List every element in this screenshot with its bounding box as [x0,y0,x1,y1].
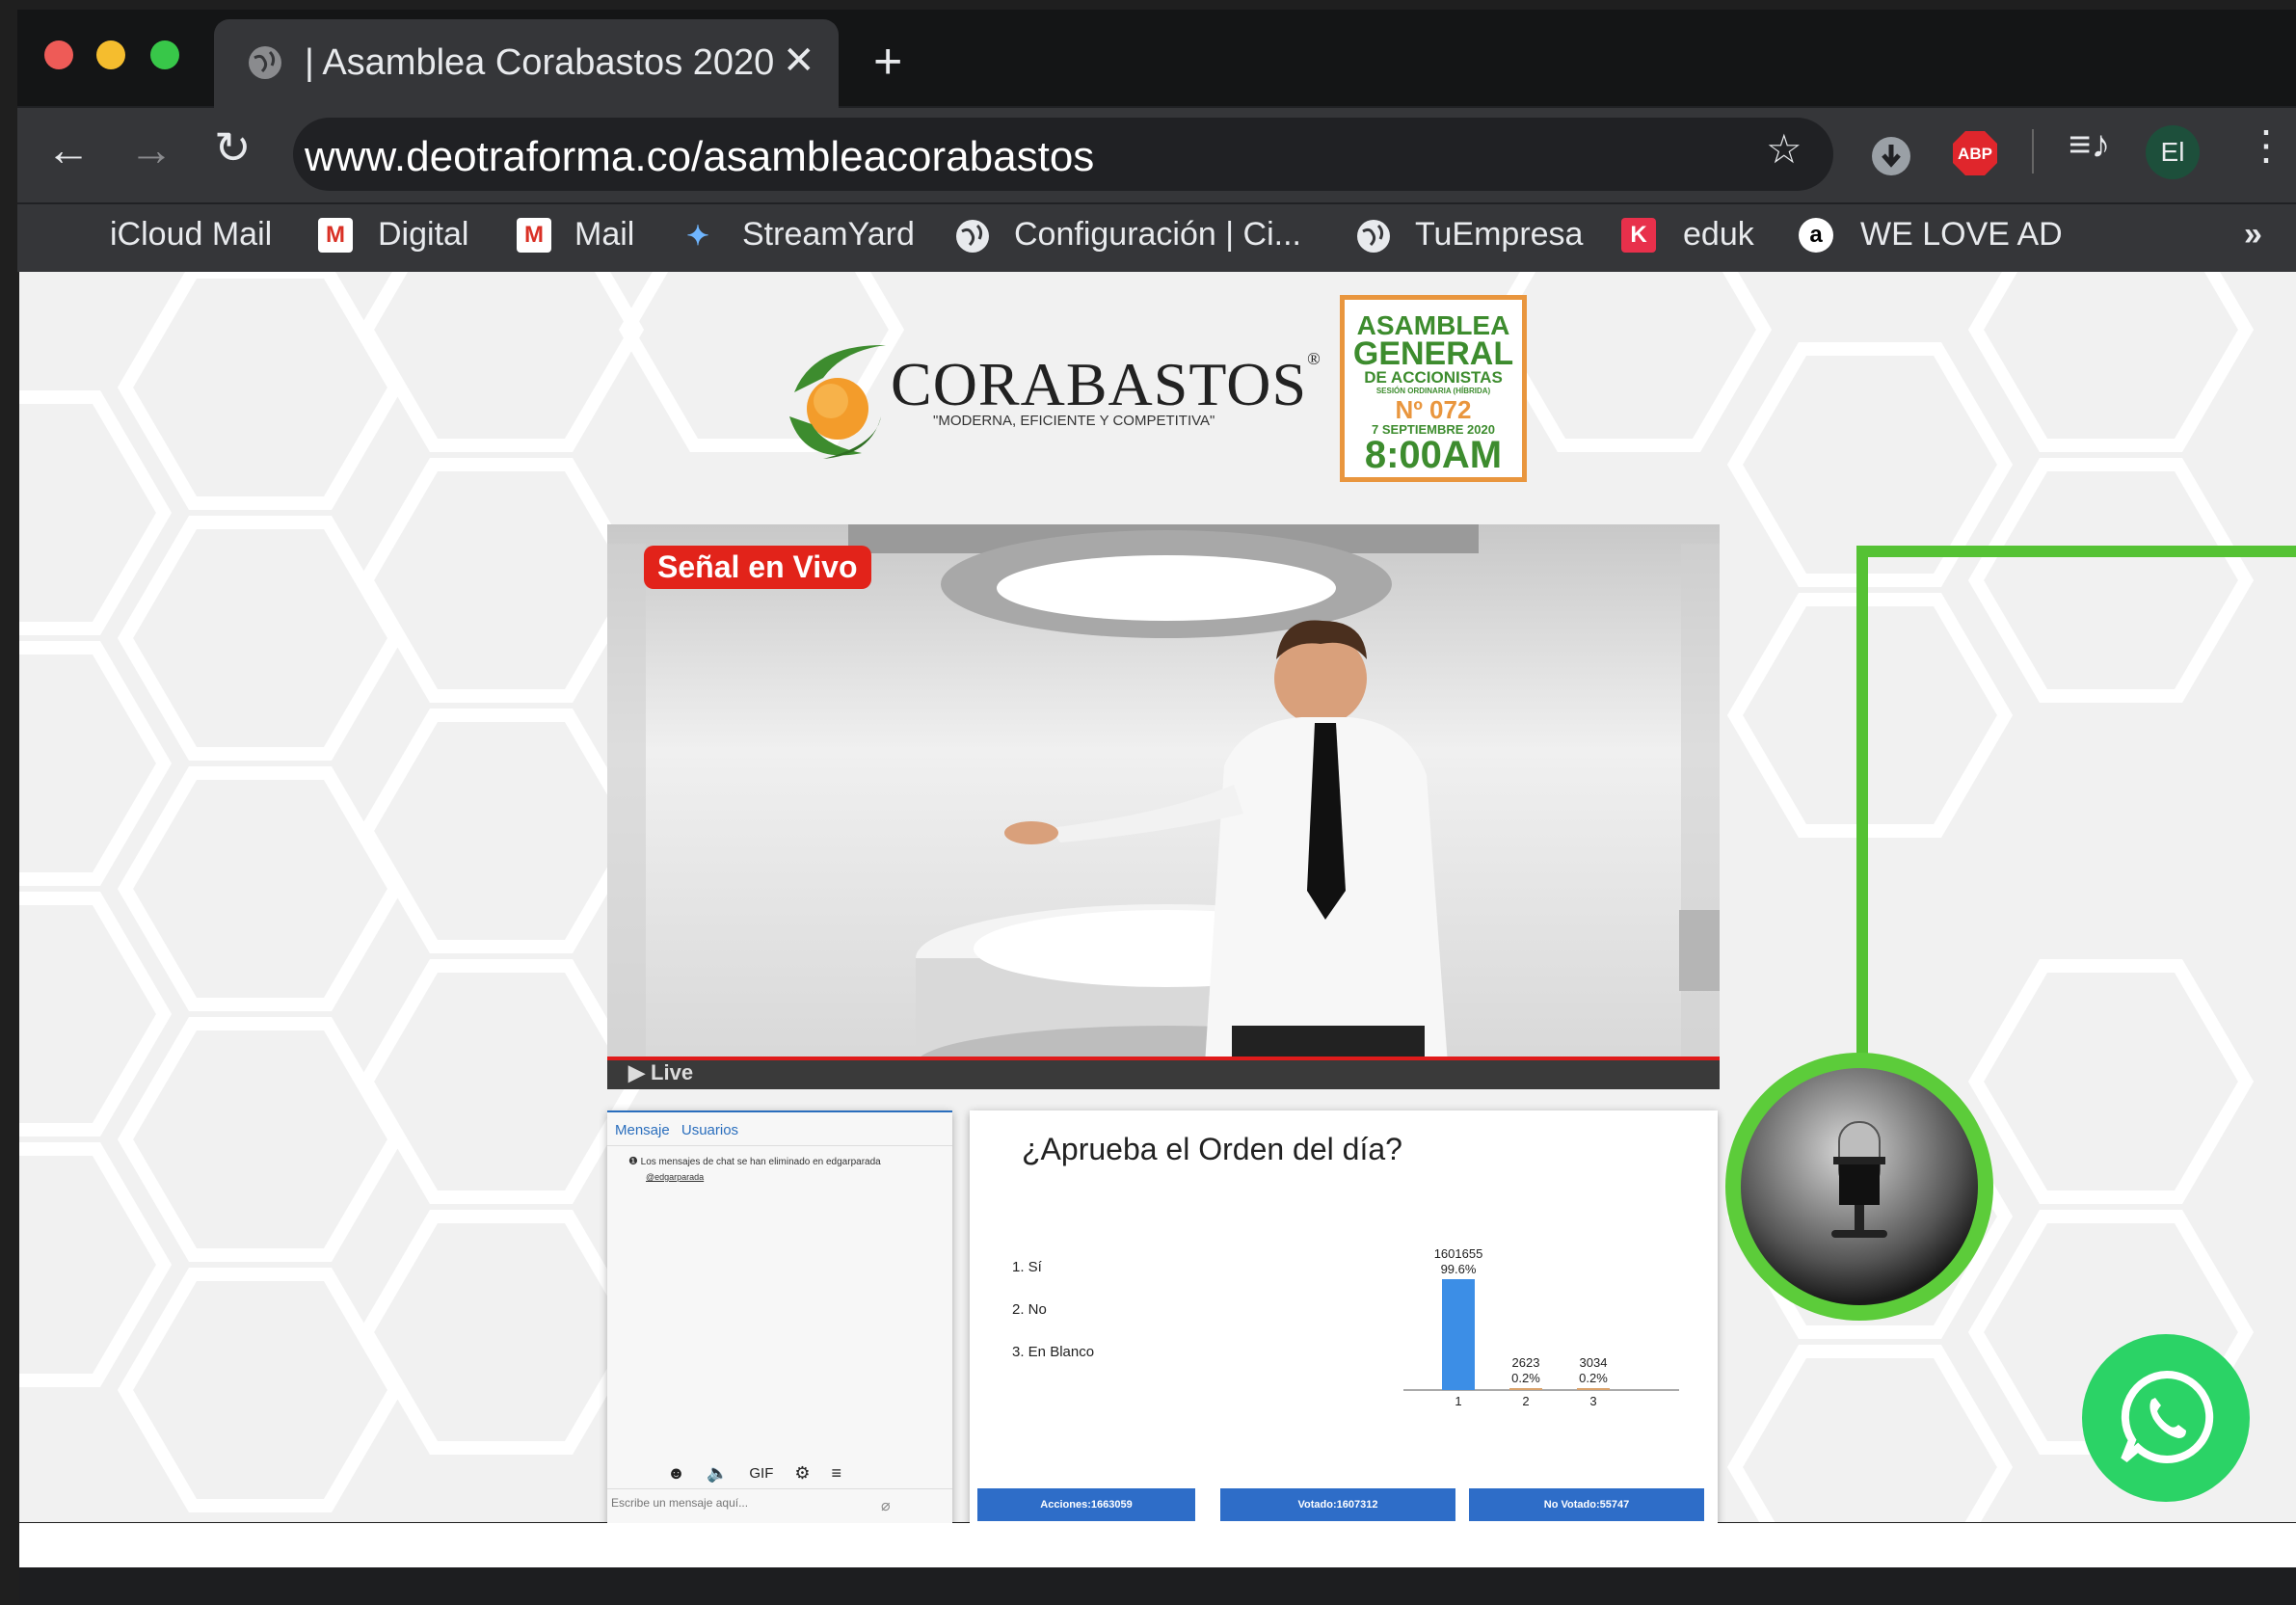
bookmark-star-icon[interactable]: ☆ [1766,125,1802,173]
chat-panel: Mensaje Usuarios ❶ Los mensajes de chat … [607,1110,952,1529]
poll-panel: ¿Aprueba el Orden del día? 1. Sí 2. No 3… [970,1110,1718,1527]
chart-percent-label: 0.2% [1579,1371,1608,1385]
gmail-icon: M [318,218,353,253]
tab-messages[interactable]: Mensaje [615,1122,670,1138]
live-signal-badge: Señal en Vivo [644,546,871,589]
tab-users[interactable]: Usuarios [681,1122,738,1138]
chat-notice-text: Los mensajes de chat se han eliminado en… [640,1157,881,1167]
chat-divider [607,1145,952,1146]
chart-category-label: 3 [1589,1394,1596,1408]
menu-kebab-icon[interactable]: ⋮ [2246,121,2286,169]
new-tab-button[interactable]: + [873,33,902,91]
chat-notice-user[interactable]: @edgarparada [646,1172,704,1182]
globe-icon [249,46,281,79]
chat-toolbar: ☻ 🔈 GIF ⚙ ≡ [667,1463,841,1484]
gmail-icon: M [517,218,551,253]
profile-avatar[interactable]: El [2146,125,2200,179]
votado-button[interactable]: Votado:1607312 [1220,1488,1455,1521]
video-control-bar[interactable] [607,1058,1720,1089]
bookmark-mail[interactable]: Mail [574,216,634,254]
eduk-icon: K [1621,218,1656,253]
chart-category-label: 2 [1522,1394,1529,1408]
brand-text: CORABASTOS [891,350,1308,418]
video-progress-bar[interactable] [607,1057,1720,1060]
bookmark-streamyard[interactable]: StreamYard [742,216,915,254]
whatsapp-icon[interactable] [2117,1367,2217,1467]
badge-line-5: Nº 072 [1395,395,1472,424]
chart-bar-2 [1509,1388,1542,1390]
live-indicator: ▶ Live [628,1060,694,1084]
tab-title: | Asamblea Corabastos 2020 [305,42,775,83]
info-icon: ❶ [628,1156,638,1167]
download-icon[interactable] [1870,135,1912,177]
bottom-bar [19,1567,2296,1605]
chat-message-input[interactable] [609,1490,902,1515]
chart-bar-1 [1442,1279,1475,1390]
acciones-button[interactable]: Acciones:1663059 [977,1488,1195,1521]
reload-icon[interactable]: ↻ [214,121,252,174]
adblock-icon[interactable]: ABP [1951,129,1999,177]
bookmark-digital[interactable]: Digital [378,216,468,254]
badge-line-2: GENERAL [1352,335,1514,372]
badge-line-3: DE ACCIONISTAS [1364,368,1503,387]
page-footer [19,1523,2296,1567]
close-window-button[interactable] [44,40,73,69]
bookmark-icloud-mail[interactable]: iCloud Mail [110,216,272,254]
brand-slogan: "MODERNA, EFICIENTE Y COMPETITIVA" [933,413,1215,429]
chart-value-label: 2623 [1512,1355,1540,1370]
poll-option-1: 1. Sí [1012,1259,1042,1275]
globe-icon [1357,220,1390,253]
globe-icon [956,220,989,253]
poll-option-2: 2. No [1012,1301,1047,1318]
bookmarks-overflow[interactable]: » [2244,216,2262,254]
url-text[interactable]: www.deotraforma.co/asambleacorabastos [305,133,1094,181]
chat-notice: ❶ Los mensajes de chat se han eliminado … [628,1155,881,1167]
poll-option-3: 3. En Blanco [1012,1344,1095,1360]
poll-question: ¿Aprueba el Orden del día? [1022,1132,1402,1166]
brand-name: CORABASTOS® [891,349,1322,420]
registered-mark: ® [1307,349,1322,368]
corabastos-logo-icon [789,344,886,459]
bookmark-we-love-ad[interactable]: WE LOVE AD [1860,216,2063,254]
chart-bar-3 [1577,1388,1610,1390]
forward-arrow-icon[interactable]: → [129,123,174,175]
maximize-window-button[interactable] [150,40,179,69]
close-tab-icon[interactable]: ✕ [783,39,815,83]
media-queue-icon[interactable]: ≡♪ [2069,123,2110,167]
bookmark-tuempresa[interactable]: TuEmpresa [1415,216,1583,254]
chart-value-label: 1601655 [1434,1246,1483,1261]
microphone-icon[interactable] [1816,1118,1903,1253]
menu-icon[interactable]: ≡ [832,1463,842,1484]
settings-gear-icon[interactable]: ⚙ [794,1463,810,1484]
green-frame [1856,546,2296,1066]
attach-paperclip-icon[interactable]: ⌀ [881,1496,891,1515]
minimize-window-button[interactable] [96,40,125,69]
back-arrow-icon[interactable]: ← [46,123,91,175]
chat-input-divider [607,1488,952,1489]
bookmark-configuracion[interactable]: Configuración | Ci... [1014,216,1301,254]
badge-line-7: 8:00AM [1364,434,1503,476]
chart-percent-label: 0.2% [1511,1371,1540,1385]
chat-tabs: Mensaje Usuarios [615,1122,738,1138]
abp-label: ABP [1958,145,1992,163]
video-frame-scene [607,524,1720,1089]
poll-results-chart: 160165599.6%126230.2%230340.2%3 [1403,1246,1679,1408]
assembly-badge: ASAMBLEA GENERAL DE ACCIONISTAS SESIÓN O… [1340,295,1527,482]
no-votado-button[interactable]: No Votado:55747 [1469,1488,1704,1521]
sound-icon[interactable]: 🔈 [707,1463,728,1484]
chart-percent-label: 99.6% [1441,1262,1477,1276]
chart-value-label: 3034 [1580,1355,1608,1370]
toolbar-divider [2032,129,2034,174]
emoji-icon[interactable]: ☻ [667,1463,685,1484]
amazon-icon: a [1799,218,1833,253]
video-player[interactable] [607,524,1720,1089]
apple-icon [50,218,85,253]
gif-button[interactable]: GIF [749,1465,773,1482]
bookmark-eduk[interactable]: eduk [1683,216,1754,254]
chart-category-label: 1 [1455,1394,1461,1408]
streamyard-icon: ✦ [686,220,709,251]
